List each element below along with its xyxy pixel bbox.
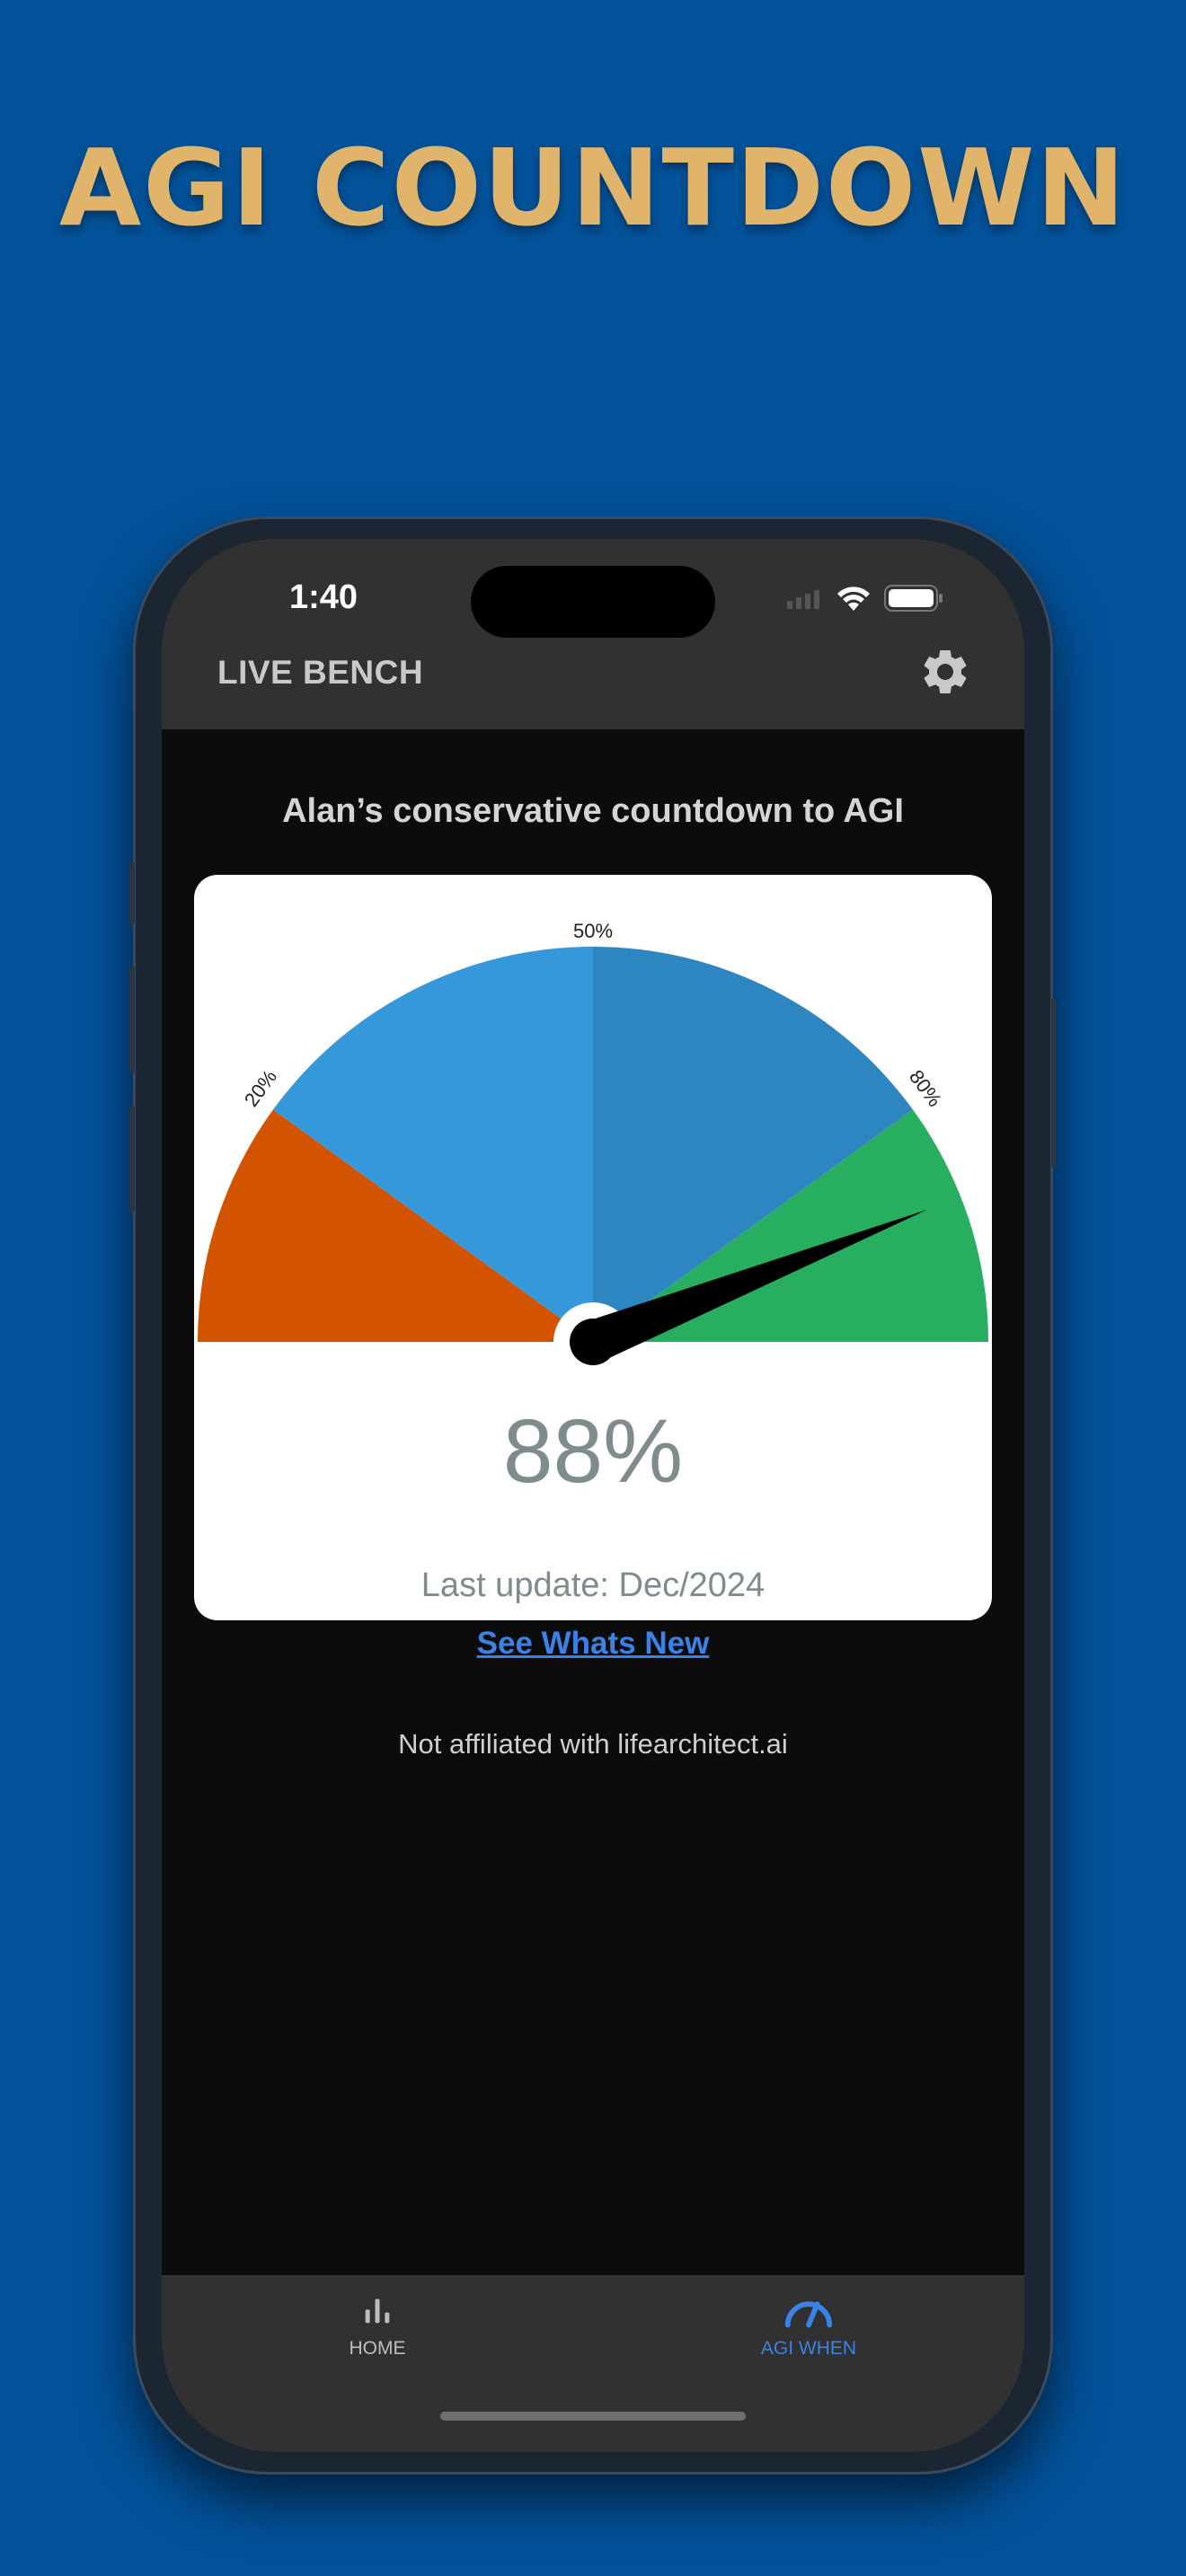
wifi-icon (837, 587, 870, 611)
app-title: LIVE BENCH (217, 654, 424, 691)
status-time: 1:40 (289, 578, 358, 616)
home-indicator (440, 2412, 746, 2421)
phone-screen: 1:40 LIVE BENCH Alan’s conservative coun… (162, 539, 1024, 2452)
tab-home[interactable]: HOME (270, 2293, 485, 2360)
side-button-volume-down (129, 1105, 135, 1213)
side-button-volume-up (129, 966, 135, 1073)
tick-label-50: 50% (573, 920, 613, 942)
tab-bar: HOME AGI WHEN (162, 2275, 1024, 2452)
tab-agi-when-label: AGI WHEN (760, 2338, 857, 2359)
gauge-card: 20% 50% 80% 88% Last update: Dec/2024 (194, 875, 992, 1620)
side-button-silent (129, 862, 135, 925)
promo-title: AGI COUNTDOWN (58, 126, 1128, 250)
side-button-power (1051, 997, 1057, 1168)
status-icons (787, 584, 943, 613)
app-header: 1:40 LIVE BENCH (162, 539, 1024, 729)
speedometer-icon (784, 2301, 833, 2328)
tab-home-label: HOME (349, 2338, 406, 2359)
tick-label-80: 80% (905, 1065, 946, 1110)
see-whats-new-link[interactable]: See Whats New (162, 1626, 1024, 1662)
disclaimer: Not affiliated with lifearchitect.ai (398, 1728, 788, 1760)
page-headline: Alan’s conservative countdown to AGI (282, 792, 904, 830)
gauge-percent: 88% (502, 1401, 684, 1502)
tick-label-20: 20% (240, 1065, 281, 1110)
signal-icon (787, 590, 819, 609)
gear-icon[interactable] (918, 645, 972, 699)
tab-agi-when[interactable]: AGI WHEN (701, 2293, 916, 2360)
dynamic-island (471, 566, 715, 638)
agi-gauge: 20% 50% 80% (198, 920, 988, 1381)
bar-chart-icon (365, 2298, 390, 2324)
last-update: Last update: Dec/2024 (420, 1566, 766, 1604)
battery-icon (884, 585, 943, 612)
